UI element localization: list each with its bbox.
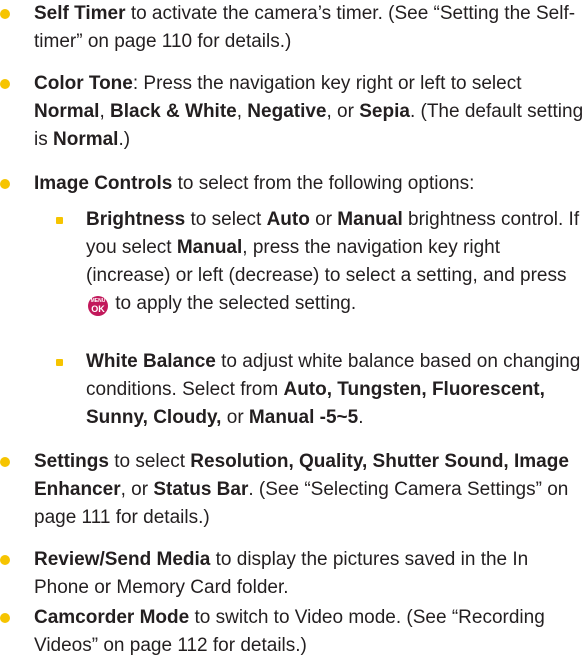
yellow-square-bullet-icon: [56, 359, 63, 366]
yellow-bullet-icon: [0, 555, 10, 565]
option-self-timer: Self Timer to activate the camera’s time…: [0, 0, 586, 56]
yellow-bullet-icon: [0, 613, 10, 623]
manual-page: Self Timer to activate the camera’s time…: [0, 0, 588, 656]
option-color-tone: Color Tone: Press the navigation key rig…: [0, 70, 586, 154]
yellow-bullet-icon: [0, 79, 10, 89]
menu-ok-key-icon: MENU OK: [88, 296, 108, 316]
suboption-brightness: Brightness to select Auto or Manual brig…: [56, 206, 586, 318]
suboption-white-balance: White Balance to adjust white balance ba…: [56, 348, 586, 432]
yellow-square-bullet-icon: [56, 217, 63, 224]
option-image-controls: Image Controls to select from the follow…: [0, 170, 586, 198]
option-review-send-media: Review/Send Media to display the picture…: [0, 546, 586, 602]
yellow-bullet-icon: [0, 179, 10, 189]
yellow-bullet-icon: [0, 457, 10, 467]
term: Self Timer: [34, 3, 126, 24]
option-camcorder-mode: Camcorder Mode to switch to Video mode. …: [0, 604, 586, 660]
yellow-bullet-icon: [0, 9, 10, 19]
option-settings: Settings to select Resolution, Quality, …: [0, 448, 586, 532]
